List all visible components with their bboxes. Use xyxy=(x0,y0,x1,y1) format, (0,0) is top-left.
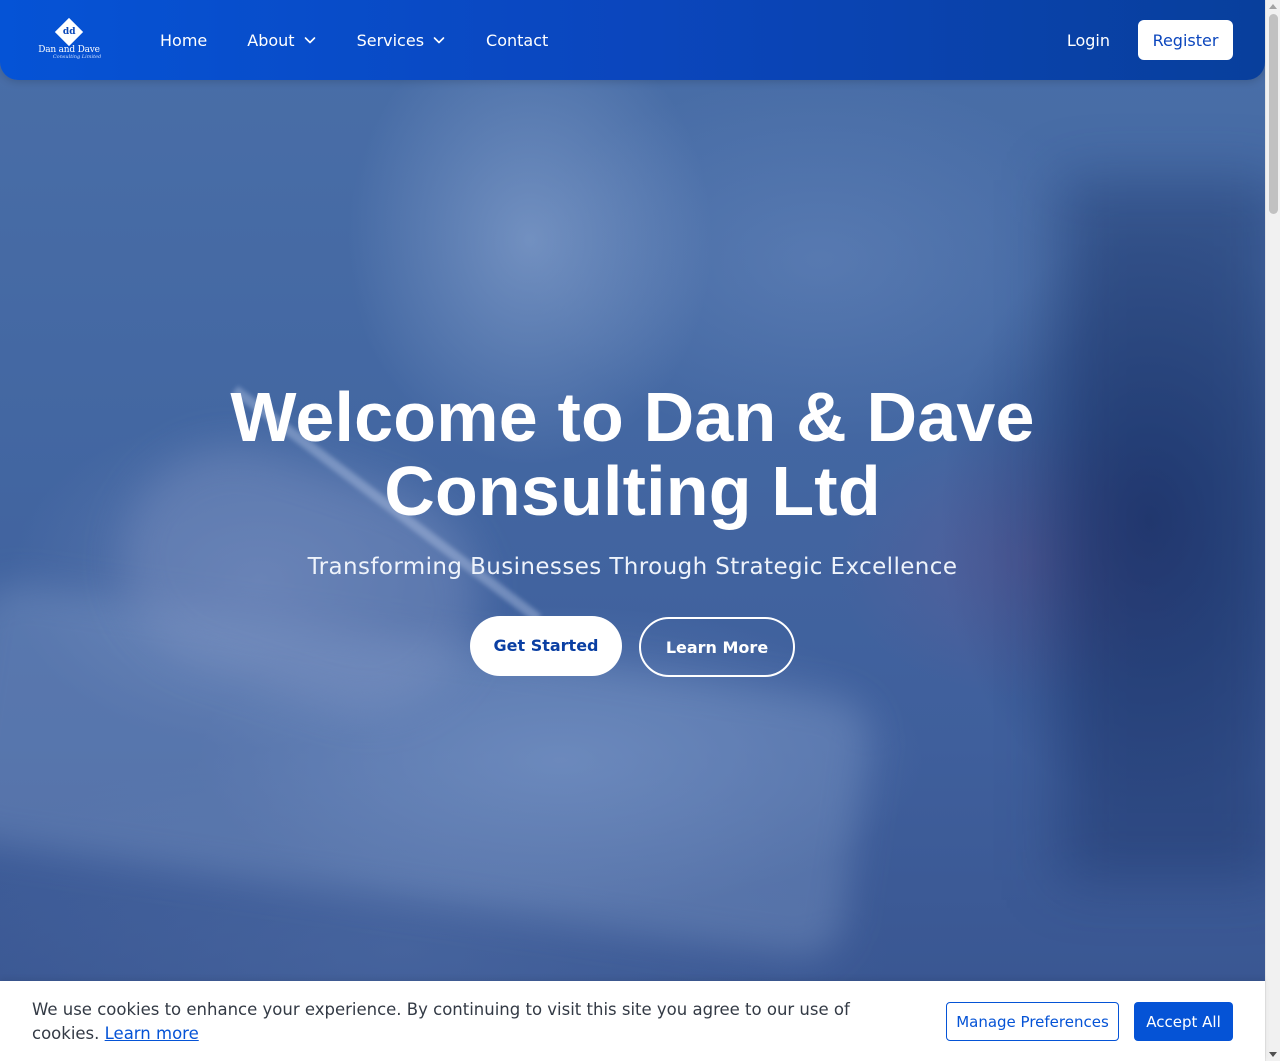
nav-item-label: Home xyxy=(160,30,208,50)
cookie-message: We use cookies to enhance your experienc… xyxy=(32,998,902,1046)
login-link[interactable]: Login xyxy=(1067,31,1110,50)
register-button[interactable]: Register xyxy=(1138,20,1233,60)
get-started-button[interactable]: Get Started xyxy=(470,615,622,676)
brand-logo[interactable]: dd Dan and Dave Consulting Limited xyxy=(38,17,102,60)
hero-title: Welcome to Dan & Dave Consulting Ltd xyxy=(230,378,1035,530)
nav-item-label: About xyxy=(247,30,295,50)
nav-item-home[interactable]: Home xyxy=(160,31,207,50)
scroll-down-arrow-icon[interactable] xyxy=(1269,1052,1277,1057)
nav-item-label: Contact xyxy=(486,30,549,50)
hero-cta-group: Get Started Learn More xyxy=(470,614,795,677)
nav-item-contact[interactable]: Contact xyxy=(486,31,548,50)
manage-preferences-button[interactable]: Manage Preferences xyxy=(946,1002,1119,1041)
nav-auth: Login Register xyxy=(1067,20,1233,60)
logo-diamond-icon: dd xyxy=(54,17,84,47)
hero-subtitle: Transforming Businesses Through Strategi… xyxy=(307,554,958,580)
nav-item-about[interactable]: About xyxy=(247,31,316,50)
logo-tagline: Consulting Limited xyxy=(52,54,102,60)
page-scrollbar[interactable] xyxy=(1265,0,1280,1061)
hero-section: Welcome to Dan & Dave Consulting Ltd Tra… xyxy=(0,380,1265,677)
cookie-banner: We use cookies to enhance your experienc… xyxy=(0,981,1265,1061)
accept-all-button[interactable]: Accept All xyxy=(1134,1002,1233,1041)
main-nav: Home About Services Contact xyxy=(160,0,588,80)
scroll-up-arrow-icon[interactable] xyxy=(1269,4,1277,9)
chevron-down-icon xyxy=(432,33,446,47)
scrollbar-thumb[interactable] xyxy=(1269,14,1278,214)
cookie-learn-more-link[interactable]: Learn more xyxy=(105,1024,199,1043)
nav-item-label: Services xyxy=(356,30,425,50)
logo-monogram: dd xyxy=(62,27,76,37)
navbar: dd Dan and Dave Consulting Limited Home … xyxy=(0,0,1265,80)
learn-more-button[interactable]: Learn More xyxy=(639,617,795,677)
nav-item-services[interactable]: Services xyxy=(357,31,446,50)
chevron-down-icon xyxy=(303,33,317,47)
